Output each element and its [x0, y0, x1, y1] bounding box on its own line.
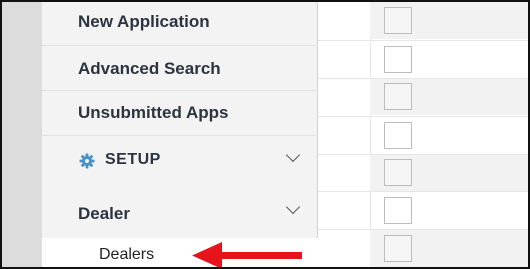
sidebar-nav: New Application Advanced Search Unsubmit…: [42, 2, 318, 267]
gear-icon: [79, 153, 95, 169]
row-checkbox[interactable]: [384, 46, 412, 73]
outer-sidebar-strip: [2, 2, 42, 267]
table-row: [370, 78, 528, 115]
table-row: [370, 154, 528, 191]
table-row: [370, 192, 528, 229]
sidebar-item-label: Dealers: [99, 246, 155, 263]
sidebar-item-advanced-search[interactable]: Advanced Search: [42, 46, 318, 91]
sidebar-item-label: New Application: [78, 12, 210, 31]
grid-divider: [318, 191, 528, 192]
row-checkbox[interactable]: [384, 7, 412, 34]
grid-divider: [318, 116, 528, 117]
row-checkbox[interactable]: [384, 235, 412, 262]
sidebar-item-label: Unsubmitted Apps: [78, 103, 229, 122]
screenshot-frame: New Application Advanced Search Unsubmit…: [0, 0, 530, 269]
setup-section-label: SETUP: [105, 151, 161, 168]
row-checkbox[interactable]: [384, 159, 412, 186]
table-row: [370, 41, 528, 78]
table-row: [370, 230, 528, 267]
grid-divider: [318, 229, 528, 230]
sidebar-group-label: Dealer: [78, 204, 130, 223]
table-row: [370, 117, 528, 154]
data-grid: [318, 2, 528, 267]
sidebar-item-new-application[interactable]: New Application: [42, 2, 318, 46]
row-checkbox[interactable]: [384, 122, 412, 149]
chevron-down-icon[interactable]: [285, 199, 301, 215]
sidebar-item-label: Advanced Search: [78, 59, 221, 78]
grid-divider: [318, 154, 528, 155]
row-checkbox[interactable]: [384, 83, 412, 110]
row-checkbox[interactable]: [384, 197, 412, 224]
table-row: [370, 2, 528, 39]
grid-divider: [318, 78, 528, 79]
chevron-down-icon[interactable]: [285, 147, 301, 163]
red-arrow-annotation: [192, 242, 302, 267]
sidebar-section-setup[interactable]: SETUP: [42, 136, 318, 186]
grid-divider: [318, 40, 528, 41]
sidebar-item-unsubmitted-apps[interactable]: Unsubmitted Apps: [42, 91, 318, 136]
sidebar-group-dealer[interactable]: Dealer: [42, 188, 318, 238]
